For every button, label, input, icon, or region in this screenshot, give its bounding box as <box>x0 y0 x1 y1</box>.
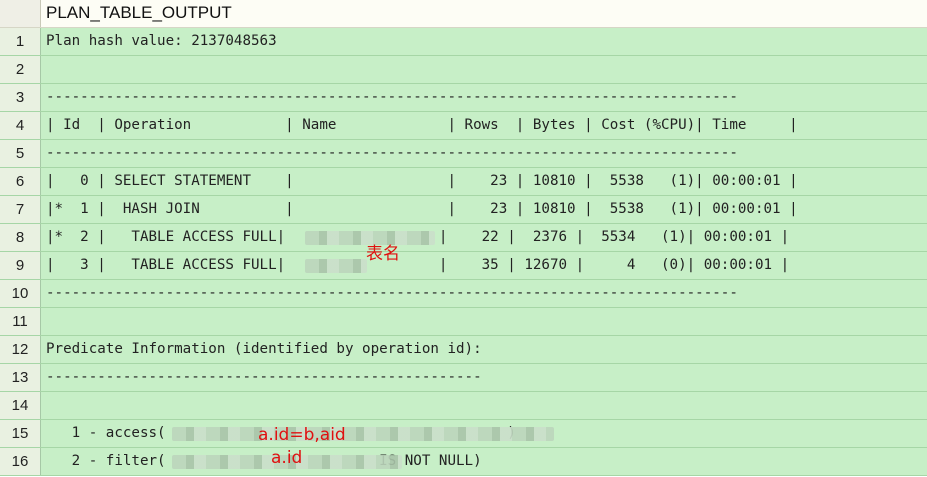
row-number: 2 <box>0 56 41 83</box>
table-row[interactable]: 16 2 - filter( IS NOT NULL) <box>0 448 927 476</box>
column-header-plan-table-output[interactable]: PLAN_TABLE_OUTPUT <box>46 0 232 27</box>
table-row[interactable]: 5 --------------------------------------… <box>0 140 927 168</box>
table-row[interactable]: 4 | Id | Operation | Name | Rows | Bytes… <box>0 112 927 140</box>
row-number: 13 <box>0 364 41 391</box>
table-row[interactable]: 15 1 - access( ) <box>0 420 927 448</box>
row-number: 16 <box>0 448 41 475</box>
row-number: 4 <box>0 112 41 139</box>
row-number: 5 <box>0 140 41 167</box>
row-number: 3 <box>0 84 41 111</box>
table-row[interactable]: 6 | 0 | SELECT STATEMENT | | 23 | 10810 … <box>0 168 927 196</box>
row-text: |* 1 | HASH JOIN | | 23 | 10810 | 5538 (… <box>46 201 798 217</box>
row-text: ----------------------------------------… <box>46 145 738 161</box>
row-number: 10 <box>0 280 41 307</box>
row-number: 6 <box>0 168 41 195</box>
table-row[interactable]: 12 Predicate Information (identified by … <box>0 336 927 364</box>
table-row[interactable]: 3 --------------------------------------… <box>0 84 927 112</box>
table-row[interactable]: 13 -------------------------------------… <box>0 364 927 392</box>
annotation-filter-column: a.id <box>271 448 303 468</box>
row-text: | Id | Operation | Name | Rows | Bytes |… <box>46 117 798 133</box>
table-row[interactable]: 11 <box>0 308 927 336</box>
row-text: Predicate Information (identified by ope… <box>46 341 482 357</box>
plan-table-output-grid: PLAN_TABLE_OUTPUT 1 Plan hash value: 213… <box>0 0 927 477</box>
table-row[interactable]: 9 | 3 | TABLE ACCESS FULL| | 35 | 12670 … <box>0 252 927 280</box>
row-number: 11 <box>0 308 41 335</box>
table-row[interactable]: 1 Plan hash value: 2137048563 <box>0 28 927 56</box>
annotation-table-name: 表名 <box>366 244 400 264</box>
row-text: | 0 | SELECT STATEMENT | | 23 | 10810 | … <box>46 173 798 189</box>
row-text: Plan hash value: 2137048563 <box>46 33 277 49</box>
annotation-join-condition: a.id=b,aid <box>258 425 346 445</box>
row-text: ----------------------------------------… <box>46 89 738 105</box>
row-text: ----------------------------------------… <box>46 285 738 301</box>
row-number: 1 <box>0 28 41 55</box>
row-number: 8 <box>0 224 41 251</box>
redacted-access-predicate <box>172 427 554 441</box>
redacted-table-name <box>305 259 367 273</box>
row-text: ----------------------------------------… <box>46 369 482 385</box>
table-row[interactable]: 2 <box>0 56 927 84</box>
row-number: 14 <box>0 392 41 419</box>
select-all-corner[interactable] <box>0 0 41 27</box>
row-number: 12 <box>0 336 41 363</box>
table-row[interactable]: 14 <box>0 392 927 420</box>
table-row[interactable]: 10 -------------------------------------… <box>0 280 927 308</box>
table-row[interactable]: 8 |* 2 | TABLE ACCESS FULL| | 22 | 2376 … <box>0 224 927 252</box>
row-text: | 3 | TABLE ACCESS FULL| | 35 | 12670 | … <box>46 257 790 273</box>
row-number: 9 <box>0 252 41 279</box>
table-row[interactable]: 7 |* 1 | HASH JOIN | | 23 | 10810 | 5538… <box>0 196 927 224</box>
redacted-table-name <box>305 231 435 245</box>
row-number: 7 <box>0 196 41 223</box>
column-header-row: PLAN_TABLE_OUTPUT <box>0 0 927 28</box>
row-number: 15 <box>0 420 41 447</box>
